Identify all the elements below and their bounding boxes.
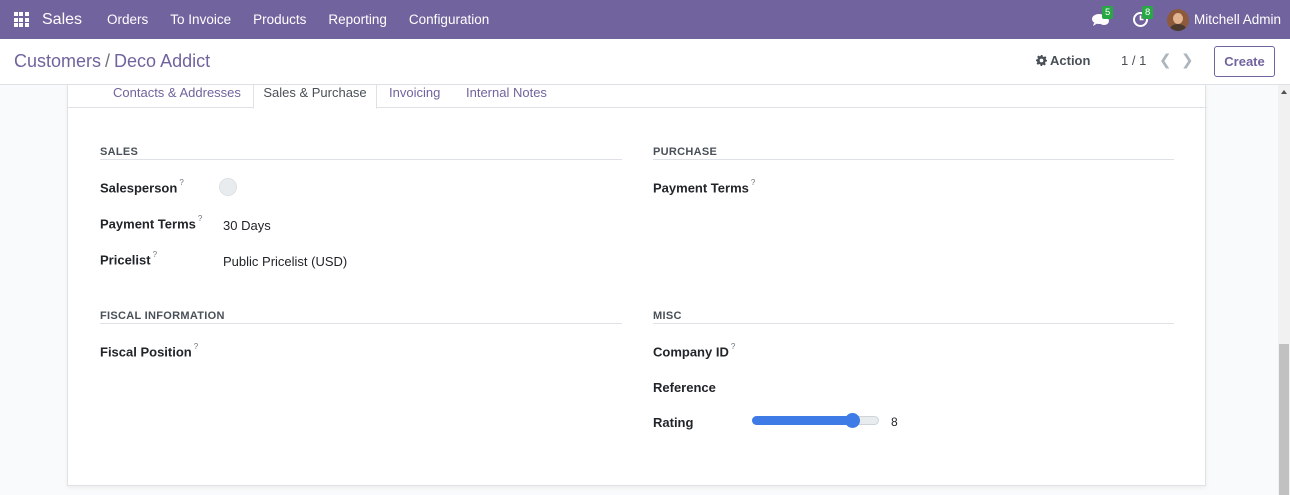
menu-to-invoice[interactable]: To Invoice xyxy=(159,0,242,39)
help-icon[interactable]: ? xyxy=(751,178,755,187)
activities-button[interactable]: 8 xyxy=(1121,0,1161,39)
gear-icon xyxy=(1036,55,1047,66)
pager-value[interactable]: 1 / 1 xyxy=(1121,53,1146,68)
help-icon[interactable]: ? xyxy=(198,214,202,223)
top-navbar: Sales Orders To Invoice Products Reporti… xyxy=(0,0,1290,39)
messages-badge: 5 xyxy=(1101,6,1114,19)
payment-terms-label: Payment Terms? xyxy=(100,214,203,232)
fiscal-divider xyxy=(100,323,622,324)
breadcrumb-customers-link[interactable]: Customers xyxy=(14,51,101,71)
misc-divider xyxy=(653,323,1174,324)
help-icon[interactable]: ? xyxy=(194,342,198,351)
breadcrumb-current: Deco Addict xyxy=(114,51,211,71)
action-label: Action xyxy=(1050,53,1091,68)
rating-slider-thumb[interactable] xyxy=(844,413,860,428)
company-id-label: Company ID? xyxy=(653,342,736,360)
fiscal-position-label: Fiscal Position? xyxy=(100,342,199,360)
help-icon[interactable]: ? xyxy=(179,178,183,187)
activities-badge: 8 xyxy=(1141,6,1154,19)
misc-section-title: MISC xyxy=(653,310,682,322)
breadcrumb-separator: / xyxy=(105,51,111,71)
purchase-payment-terms-label: Payment Terms? xyxy=(653,178,756,196)
salesperson-avatar[interactable] xyxy=(219,178,237,196)
app-brand[interactable]: Sales xyxy=(42,11,82,29)
purchase-divider xyxy=(653,159,1174,160)
fiscal-section-title: FISCAL INFORMATION xyxy=(100,310,225,322)
user-menu[interactable]: Mitchell Admin xyxy=(1166,8,1281,31)
messages-button[interactable]: 5 xyxy=(1081,0,1121,39)
tab-invoicing[interactable]: Invoicing xyxy=(389,85,440,108)
pricelist-field[interactable]: Public Pricelist (USD) xyxy=(223,254,347,269)
pricelist-label: Pricelist? xyxy=(100,250,158,268)
rating-value: 8 xyxy=(891,415,898,429)
tab-sales-purchase[interactable]: Sales & Purchase xyxy=(253,85,377,109)
rating-label: Rating xyxy=(653,415,694,430)
notebook-tabs: Contacts & Addresses Sales & Purchase In… xyxy=(68,85,1207,109)
reference-label: Reference xyxy=(653,380,716,395)
scrollbar-thumb[interactable] xyxy=(1279,344,1289,495)
menu-configuration[interactable]: Configuration xyxy=(398,0,500,39)
scroll-up-arrow-icon[interactable] xyxy=(1281,90,1287,94)
sales-section-title: SALES xyxy=(100,146,139,158)
rating-slider[interactable] xyxy=(752,413,879,428)
action-dropdown-button[interactable]: Action xyxy=(1036,53,1090,68)
breadcrumb: Customers / Deco Addict xyxy=(14,51,210,72)
create-button[interactable]: Create xyxy=(1214,46,1275,77)
help-icon[interactable]: ? xyxy=(731,342,735,351)
menu-products[interactable]: Products xyxy=(242,0,317,39)
help-icon[interactable]: ? xyxy=(153,250,157,259)
payment-terms-field[interactable]: 30 Days xyxy=(223,218,271,233)
chevron-right-icon[interactable]: ❯ xyxy=(1181,53,1194,68)
chevron-left-icon[interactable]: ❮ xyxy=(1159,53,1172,68)
purchase-section-title: PURCHASE xyxy=(653,146,718,158)
form-sheet: Contacts & Addresses Sales & Purchase In… xyxy=(67,85,1207,486)
salesperson-label: Salesperson? xyxy=(100,178,184,196)
sales-divider xyxy=(100,159,622,160)
tab-contacts-addresses[interactable]: Contacts & Addresses xyxy=(113,85,241,108)
apps-menu-icon[interactable] xyxy=(1,0,41,39)
menu-orders[interactable]: Orders xyxy=(96,0,159,39)
control-panel: Customers / Deco Addict Action 1 / 1 ❮ ❯ C… xyxy=(0,39,1290,85)
rating-slider-fill xyxy=(752,416,853,425)
menu-reporting[interactable]: Reporting xyxy=(317,0,398,39)
user-avatar xyxy=(1166,8,1189,31)
tab-internal-notes[interactable]: Internal Notes xyxy=(466,85,547,108)
user-name: Mitchell Admin xyxy=(1193,12,1281,27)
